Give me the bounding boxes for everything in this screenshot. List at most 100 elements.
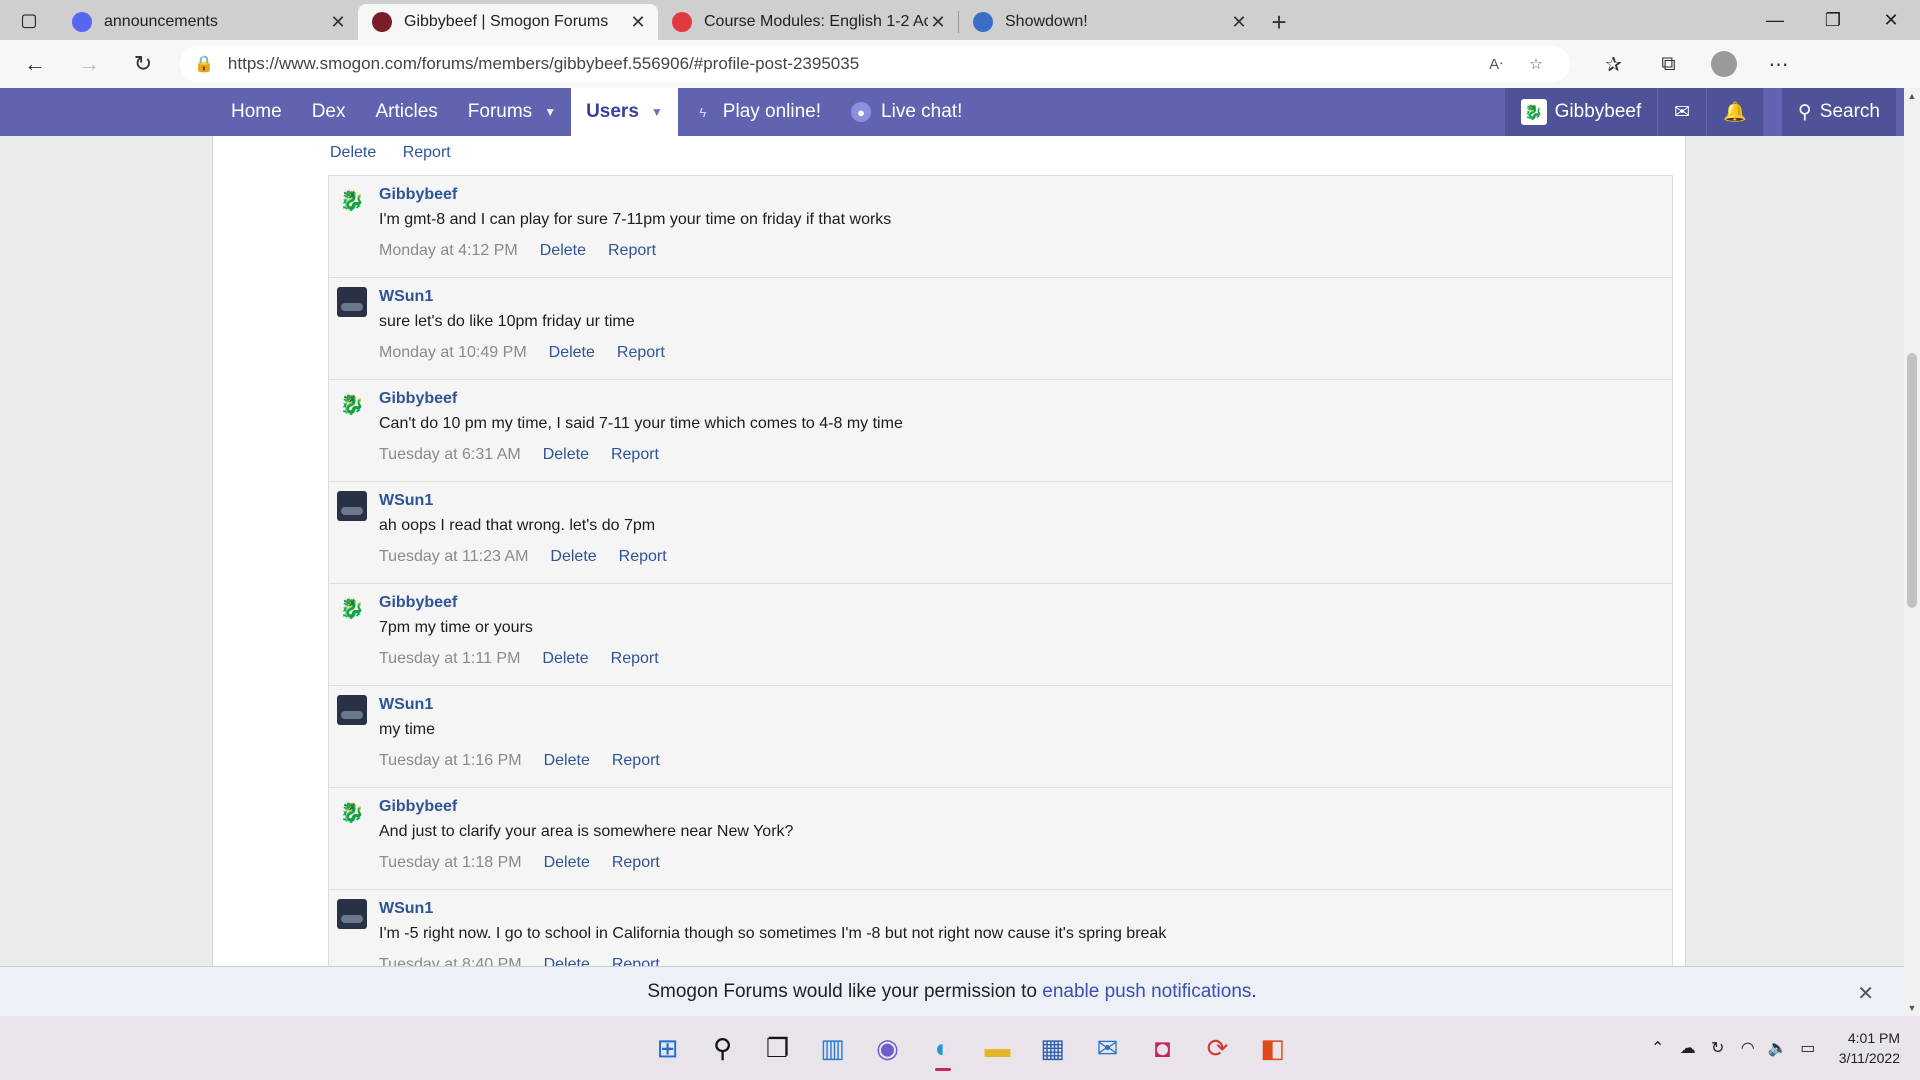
- report-link[interactable]: Report: [611, 650, 659, 668]
- close-tab-icon[interactable]: ✕: [328, 12, 348, 33]
- browser-tab[interactable]: announcements ✕: [58, 4, 358, 40]
- caret-down-icon[interactable]: ▼: [544, 105, 556, 119]
- alerts-button[interactable]: 🔔: [1706, 88, 1763, 136]
- more-menu-icon[interactable]: ⋯: [1751, 51, 1806, 77]
- url-text[interactable]: https://www.smogon.com/forums/members/gi…: [228, 54, 1476, 74]
- page-scrollbar[interactable]: ▲ ▼: [1904, 88, 1920, 1016]
- add-favorite-icon[interactable]: ☆: [1516, 55, 1556, 73]
- delete-link[interactable]: Delete: [550, 548, 596, 566]
- comment-timestamp[interactable]: Tuesday at 1:16 PM: [379, 752, 522, 770]
- commenter-avatar[interactable]: 🐉: [337, 797, 367, 827]
- sync-tray-icon[interactable]: ↻: [1703, 1038, 1733, 1058]
- close-tab-icon[interactable]: ✕: [1229, 12, 1249, 33]
- enable-push-link[interactable]: enable push notifications: [1042, 981, 1251, 1003]
- report-link[interactable]: Report: [611, 446, 659, 464]
- nav-articles[interactable]: Articles: [360, 88, 452, 136]
- widgets-button[interactable]: ▥: [805, 1023, 860, 1073]
- nav-users[interactable]: Users ▼: [571, 88, 678, 136]
- delete-link[interactable]: Delete: [542, 650, 588, 668]
- scroll-up-icon[interactable]: ▲: [1904, 88, 1920, 104]
- wifi-icon[interactable]: ◠: [1733, 1038, 1763, 1058]
- collections-icon[interactable]: ⧉: [1641, 51, 1696, 77]
- commenter-avatar[interactable]: [337, 287, 367, 317]
- scroll-down-icon[interactable]: ▼: [1904, 1000, 1920, 1016]
- report-link[interactable]: Report: [619, 548, 667, 566]
- restore-button[interactable]: ❐: [1804, 0, 1862, 40]
- commenter-avatar[interactable]: 🐉: [337, 593, 367, 623]
- profile-button[interactable]: [1696, 51, 1751, 77]
- report-link[interactable]: Report: [403, 144, 451, 161]
- comment-timestamp[interactable]: Tuesday at 6:31 AM: [379, 446, 521, 464]
- sync-app-button[interactable]: ⟳: [1190, 1023, 1245, 1073]
- commenter-name[interactable]: WSun1: [379, 900, 1672, 918]
- report-link[interactable]: Report: [612, 854, 660, 872]
- comment-timestamp[interactable]: Tuesday at 1:18 PM: [379, 854, 522, 872]
- nav-user-menu[interactable]: 🐉 Gibbybeef: [1504, 88, 1658, 136]
- commenter-name[interactable]: WSun1: [379, 492, 1672, 510]
- close-window-button[interactable]: ✕: [1862, 0, 1920, 40]
- cloud-icon[interactable]: ☁: [1673, 1038, 1703, 1058]
- comment-timestamp[interactable]: Tuesday at 1:11 PM: [379, 650, 520, 668]
- commenter-avatar[interactable]: [337, 899, 367, 929]
- comment-timestamp[interactable]: Monday at 10:49 PM: [379, 344, 527, 362]
- close-icon[interactable]: ✕: [1857, 981, 1874, 1006]
- nav-home[interactable]: Home: [216, 88, 297, 136]
- commenter-name[interactable]: Gibbybeef: [379, 798, 1672, 816]
- browser-tab[interactable]: Course Modules: English 1-2 Acc ✕: [658, 4, 958, 40]
- read-aloud-icon[interactable]: Aᐧ: [1476, 55, 1516, 73]
- file-explorer-button[interactable]: ▬: [970, 1023, 1025, 1073]
- commenter-name[interactable]: Gibbybeef: [379, 594, 1672, 612]
- delete-link[interactable]: Delete: [549, 344, 595, 362]
- start-button[interactable]: ⊞: [640, 1023, 695, 1073]
- comment-timestamp[interactable]: Tuesday at 11:23 AM: [379, 548, 528, 566]
- report-link[interactable]: Report: [617, 344, 665, 362]
- commenter-avatar[interactable]: 🐉: [337, 185, 367, 215]
- task-view-button[interactable]: ❐: [750, 1023, 805, 1073]
- commenter-name[interactable]: Gibbybeef: [379, 390, 1672, 408]
- new-tab-button[interactable]: +: [1259, 4, 1299, 40]
- delete-link[interactable]: Delete: [540, 242, 586, 260]
- delete-link[interactable]: Delete: [544, 752, 590, 770]
- office-button[interactable]: ◧: [1245, 1023, 1300, 1073]
- close-tab-icon[interactable]: ✕: [628, 12, 648, 33]
- forward-button[interactable]: →: [62, 44, 116, 84]
- store-button[interactable]: ▦: [1025, 1023, 1080, 1073]
- nav-live-chat[interactable]: ● Live chat!: [836, 88, 977, 136]
- commenter-name[interactable]: WSun1: [379, 288, 1672, 306]
- delete-link[interactable]: Delete: [544, 854, 590, 872]
- battery-icon[interactable]: ▭: [1793, 1038, 1823, 1058]
- refresh-button[interactable]: ↻: [116, 44, 170, 84]
- tab-actions-button[interactable]: ▢: [0, 0, 58, 40]
- app-pink-button[interactable]: ◘: [1135, 1023, 1190, 1073]
- volume-icon[interactable]: 🔈: [1763, 1038, 1793, 1058]
- mail-button[interactable]: ✉: [1080, 1023, 1135, 1073]
- favorites-icon[interactable]: ✰: [1586, 51, 1641, 77]
- report-link[interactable]: Report: [608, 242, 656, 260]
- taskbar-search-button[interactable]: ⚲: [695, 1023, 750, 1073]
- back-button[interactable]: ←: [8, 44, 62, 84]
- commenter-avatar[interactable]: [337, 491, 367, 521]
- commenter-name[interactable]: Gibbybeef: [379, 186, 1672, 204]
- address-bar[interactable]: 🔒 https://www.smogon.com/forums/members/…: [180, 46, 1570, 82]
- minimize-button[interactable]: —: [1746, 0, 1804, 40]
- nav-dex[interactable]: Dex: [297, 88, 361, 136]
- commenter-avatar[interactable]: 🐉: [337, 389, 367, 419]
- commenter-avatar[interactable]: [337, 695, 367, 725]
- clock[interactable]: 4:01 PM 3/11/2022: [1839, 1028, 1900, 1068]
- chevron-up-icon[interactable]: ⌃: [1643, 1038, 1673, 1058]
- browser-tab[interactable]: Gibbybeef | Smogon Forums ✕: [358, 4, 658, 40]
- commenter-name[interactable]: WSun1: [379, 696, 1672, 714]
- browser-tab[interactable]: Showdown! ✕: [959, 4, 1259, 40]
- nav-forums[interactable]: Forums ▼: [453, 88, 571, 136]
- scrollbar-thumb[interactable]: [1907, 353, 1917, 608]
- teams-chat-button[interactable]: ◉: [860, 1023, 915, 1073]
- delete-link[interactable]: Delete: [330, 144, 376, 161]
- comment-timestamp[interactable]: Monday at 4:12 PM: [379, 242, 518, 260]
- caret-down-icon[interactable]: ▼: [651, 105, 663, 119]
- report-link[interactable]: Report: [612, 752, 660, 770]
- nav-play-online[interactable]: ϟ Play online!: [678, 88, 836, 136]
- edge-button[interactable]: ◐: [915, 1023, 970, 1073]
- close-tab-icon[interactable]: ✕: [928, 12, 948, 33]
- search-button[interactable]: ⚲ Search: [1780, 88, 1896, 136]
- inbox-button[interactable]: ✉: [1657, 88, 1707, 136]
